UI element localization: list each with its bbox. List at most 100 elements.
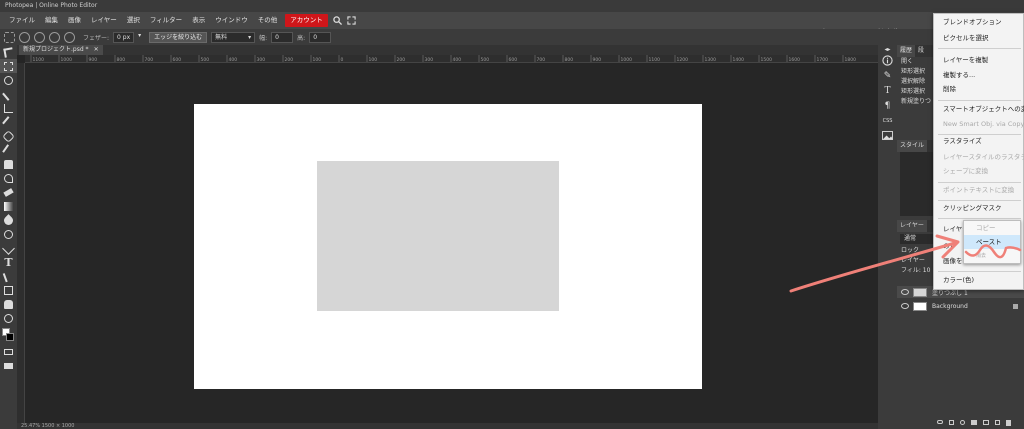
eye-icon[interactable] <box>901 303 909 309</box>
height-input[interactable]: 0 <box>309 31 332 43</box>
shape-tool[interactable] <box>0 283 17 297</box>
new-layer-icon[interactable] <box>995 420 1000 425</box>
menu-window[interactable]: ウインドウ <box>210 12 253 29</box>
character-icon[interactable]: T <box>878 83 897 98</box>
feather-dropdown-icon[interactable]: ▾ <box>138 32 145 43</box>
healing-tool[interactable] <box>0 129 17 143</box>
info-icon[interactable] <box>878 53 897 68</box>
close-icon[interactable]: ✕ <box>94 45 99 55</box>
paragraph-icon[interactable]: ¶ <box>878 98 897 113</box>
menu-bar: ファイル 編集 画像 レイヤー 選択 フィルター 表示 ウインドウ その他 アカ… <box>0 12 1024 36</box>
move-tool[interactable] <box>0 45 17 59</box>
menu-select-pixels[interactable]: ピクセルを選択 <box>934 32 1024 45</box>
quick-mask-tool[interactable] <box>0 345 17 359</box>
document-tab-bar: 新規プロジェクト.psd * ✕ <box>17 45 878 55</box>
gray-fill-rectangle <box>317 161 559 311</box>
marquee-tool[interactable] <box>0 59 17 73</box>
dodge-tool[interactable] <box>0 227 17 241</box>
effects-icon[interactable] <box>949 420 954 425</box>
magic-wand-tool[interactable] <box>0 87 17 101</box>
marquee-icon <box>4 61 13 71</box>
eraser-icon <box>3 187 14 197</box>
account-button[interactable]: アカウント <box>285 14 328 27</box>
photopea-app: Photopea | Online Photo Editor ファイル 編集 画… <box>0 0 1024 429</box>
folder-icon[interactable] <box>983 420 989 425</box>
path-select-icon <box>2 270 15 282</box>
eye-icon[interactable] <box>901 289 909 295</box>
crop-tool[interactable] <box>0 101 17 115</box>
tab-layers[interactable]: レイヤー <box>897 220 927 232</box>
menu-blend-options[interactable]: ブレンドオプション <box>934 16 1024 29</box>
mask-icon[interactable] <box>971 420 977 425</box>
brush-tool[interactable] <box>0 143 17 157</box>
zoom-tool[interactable] <box>0 311 17 325</box>
wand-icon <box>2 87 15 101</box>
droplet-icon <box>2 213 15 227</box>
background-color-swatch[interactable] <box>6 333 14 341</box>
lock-icon <box>1013 303 1018 309</box>
gradient-tool[interactable] <box>0 199 17 213</box>
image-icon[interactable] <box>878 128 897 143</box>
layer-row[interactable]: Background <box>897 300 1024 312</box>
document-tab[interactable]: 新規プロジェクト.psd * ✕ <box>19 45 103 55</box>
search-icon[interactable] <box>331 12 345 29</box>
menu-rasterize[interactable]: ラスタライズ <box>934 135 1024 148</box>
submenu-copy: コピー <box>976 224 996 232</box>
tab-styles[interactable]: スタイル <box>897 140 928 152</box>
menu-edit[interactable]: 編集 <box>40 12 63 29</box>
submenu-paste[interactable]: ペースト <box>964 235 1020 249</box>
type-tool[interactable]: T <box>0 255 17 269</box>
menu-duplicate-into[interactable]: 複製する... <box>934 69 1024 82</box>
new-selection-icon[interactable] <box>19 31 30 43</box>
tools-panel: T <box>0 45 17 429</box>
panel-icon-column: ◂▸ ✎ T ¶ CSS <box>878 45 897 429</box>
tab-history[interactable]: 履歴 <box>897 45 916 57</box>
history-brush-tool[interactable] <box>0 171 17 185</box>
layer-thumbnail <box>913 301 927 311</box>
subtract-selection-icon[interactable] <box>49 31 60 43</box>
lasso-tool[interactable] <box>0 73 17 87</box>
trash-icon[interactable] <box>1006 420 1011 426</box>
intersect-selection-icon[interactable] <box>64 31 75 43</box>
menu-color[interactable]: カラー(色) <box>934 274 1024 287</box>
path-select-tool[interactable] <box>0 269 17 283</box>
fullscreen-icon[interactable] <box>345 12 359 29</box>
collapse-icon[interactable]: ◂▸ <box>878 45 897 53</box>
eraser-tool[interactable] <box>0 185 17 199</box>
menu-delete[interactable]: 削除 <box>934 83 1024 96</box>
menu-image[interactable]: 画像 <box>63 12 86 29</box>
blur-tool[interactable] <box>0 213 17 227</box>
menu-convert-smart-object[interactable]: スマートオブジェクトへの変換 <box>934 103 1024 116</box>
refine-edge-button[interactable]: エッジを絞り込む <box>149 31 208 43</box>
eyedropper-tool[interactable] <box>0 115 17 129</box>
menu-file[interactable]: ファイル <box>4 12 40 29</box>
layer-submenu: コピー ペースト 消去 <box>963 220 1021 264</box>
menu-filter[interactable]: フィルター <box>145 12 187 29</box>
menu-more[interactable]: その他 <box>253 12 283 29</box>
adjustment-icon[interactable] <box>960 420 965 425</box>
menu-duplicate-layer[interactable]: レイヤーを複製 <box>934 54 1024 67</box>
color-swatches <box>0 325 17 345</box>
clone-stamp-tool[interactable] <box>0 157 17 171</box>
menu-new-smart-obj-copy: New Smart Obj. via Copy <box>943 120 1024 128</box>
pen-tool[interactable] <box>0 241 17 255</box>
feather-input[interactable]: 0 px <box>113 31 135 43</box>
window-titlebar: Photopea | Online Photo Editor <box>0 0 1024 12</box>
document-canvas[interactable] <box>194 104 702 389</box>
tab-swatches[interactable]: 段 <box>915 45 927 57</box>
css-icon[interactable]: CSS <box>878 113 897 128</box>
menu-select[interactable]: 選択 <box>122 12 145 29</box>
style-select[interactable]: 無料 ▾ <box>211 31 256 43</box>
brush-settings-icon[interactable]: ✎ <box>878 68 897 83</box>
screen-mode-tool[interactable] <box>0 359 17 373</box>
link-layers-icon[interactable] <box>937 420 943 424</box>
menu-layer[interactable]: レイヤー <box>86 12 122 29</box>
menu-view[interactable]: 表示 <box>187 12 210 29</box>
width-input[interactable]: 0 <box>271 31 294 43</box>
add-selection-icon[interactable] <box>34 31 45 43</box>
menu-clipping-mask[interactable]: クリッピングマスク <box>934 202 1024 215</box>
history-brush-icon <box>4 173 13 183</box>
canvas-workspace[interactable] <box>25 63 878 423</box>
rect-select-icon[interactable] <box>4 31 15 43</box>
hand-tool[interactable] <box>0 297 17 311</box>
